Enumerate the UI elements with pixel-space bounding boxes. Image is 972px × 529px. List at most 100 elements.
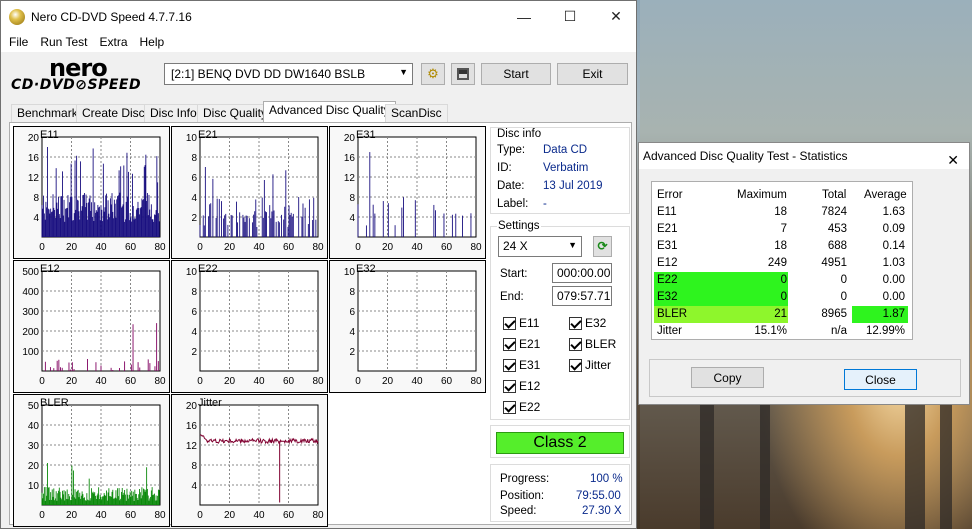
y-tick-label: 30 [28, 441, 40, 452]
y-tick-label: 2 [191, 347, 197, 358]
chevron-down-icon: ▼ [568, 240, 577, 250]
class-badge: Class 2 [496, 432, 624, 454]
y-tick-label: 10 [28, 481, 40, 492]
checkbox-label: E12 [519, 379, 541, 393]
chart-label: E11 [40, 129, 59, 141]
progress-value: 100 % [590, 473, 623, 485]
menu-run-test[interactable]: Run Test [34, 35, 93, 49]
chart-label: E12 [40, 263, 60, 275]
checkbox-jitter[interactable]: Jitter [569, 358, 611, 372]
y-tick-label: 10 [344, 267, 356, 278]
drive-select[interactable]: [2:1] BENQ DVD DD DW1640 BSLB ▼ [164, 63, 413, 85]
maximize-button[interactable]: ☐ [547, 1, 593, 32]
refresh-button[interactable]: ⟳ [593, 236, 612, 257]
cell-total: 8965 [821, 308, 847, 320]
x-tick-label: 40 [95, 376, 107, 387]
x-tick-label: 20 [382, 242, 394, 253]
tab-create-disc[interactable]: Create Disc [76, 104, 151, 123]
checkbox-box [569, 358, 582, 372]
y-tick-label: 6 [191, 173, 197, 184]
y-tick-label: 4 [191, 193, 197, 204]
close-dialog-button[interactable]: Close [844, 369, 917, 390]
y-tick-label: 300 [22, 307, 39, 318]
checkbox-box [503, 379, 516, 393]
x-tick-label: 60 [125, 510, 137, 521]
id-label: ID: [497, 162, 512, 174]
minimize-button[interactable]: — [501, 1, 547, 32]
type-value: Data CD [543, 144, 588, 156]
y-tick-label: 50 [28, 401, 40, 412]
dialog-close-icon[interactable]: ✕ [947, 147, 959, 173]
checkbox-e31[interactable]: E31 [503, 358, 540, 372]
y-tick-label: 12 [28, 173, 40, 184]
chart-label: Jitter [198, 397, 222, 409]
checkbox-e21[interactable]: E21 [503, 337, 540, 351]
y-tick-label: 12 [344, 173, 356, 184]
disc-info-button[interactable]: ⚙ [421, 63, 445, 85]
label-label: Label: [497, 198, 529, 210]
y-tick-label: 8 [349, 193, 355, 204]
checkbox-e12[interactable]: E12 [503, 379, 540, 393]
cell-maximum: 18 [774, 206, 787, 218]
y-tick-label: 20 [186, 401, 198, 412]
checkbox-bler[interactable]: BLER [569, 337, 616, 351]
cell-total: 7824 [821, 206, 847, 218]
checkbox-e11[interactable]: E11 [503, 316, 539, 330]
speed-select[interactable]: 24 X ▼ [498, 236, 582, 257]
cell-error: E32 [657, 291, 678, 303]
checkbox-label: BLER [585, 337, 617, 351]
chart-e32: 0 20 40 60 80 2 4 6 8 10 E32 [329, 260, 486, 393]
table-row: BLER 21 8965 1.87 [652, 306, 912, 323]
cell-error: E11 [657, 206, 677, 218]
cell-average: 0.00 [882, 291, 905, 303]
tab-advanced-disc-quality[interactable]: Advanced Disc Quality [263, 101, 396, 123]
x-tick-label: 60 [125, 376, 137, 387]
dialog-title-bar: Advanced Disc Quality Test - Statistics … [639, 143, 969, 169]
checkbox-label: E21 [519, 337, 541, 351]
cell-total: 4951 [821, 257, 847, 269]
cell-average: 0.09 [882, 223, 905, 235]
dialog-title: Advanced Disc Quality Test - Statistics [643, 149, 848, 163]
save-button[interactable] [451, 63, 475, 85]
checkbox-box [569, 337, 582, 351]
end-time-input[interactable]: 079:57.71 [552, 286, 612, 306]
tab-disc-info[interactable]: Disc Info [144, 104, 203, 123]
y-tick-label: 4 [349, 213, 355, 224]
y-tick-label: 20 [28, 133, 40, 144]
menu-help[interactable]: Help [134, 35, 171, 49]
menu-extra[interactable]: Extra [93, 35, 133, 49]
menu-file[interactable]: File [3, 35, 34, 49]
y-tick-label: 100 [22, 347, 39, 358]
start-button[interactable]: Start [481, 63, 551, 85]
x-tick-label: 80 [154, 376, 166, 387]
speed-select-value: 24 X [503, 239, 528, 253]
tab-benchmark[interactable]: Benchmark [11, 104, 84, 123]
app-icon [9, 8, 25, 25]
x-tick-label: 40 [253, 376, 265, 387]
chart-e11: 0 20 40 60 80 4 8 12 16 20 E11 [13, 126, 170, 259]
checkbox-e32[interactable]: E32 [569, 316, 606, 330]
x-tick-label: 20 [66, 376, 78, 387]
copy-button[interactable]: Copy [691, 367, 764, 388]
table-header: Error Maximum Total Average [652, 187, 912, 204]
x-tick-label: 40 [95, 242, 107, 253]
y-tick-label: 400 [22, 287, 39, 298]
x-tick-label: 0 [355, 376, 361, 387]
tab-scandisc[interactable]: ScanDisc [385, 104, 448, 123]
y-tick-label: 16 [344, 153, 356, 164]
cell-error: E12 [657, 257, 678, 269]
tab-disc-quality[interactable]: Disc Quality [197, 104, 274, 123]
checkbox-e22[interactable]: E22 [503, 400, 540, 414]
speed-label: Speed: [500, 505, 537, 517]
y-tick-label: 20 [28, 461, 40, 472]
y-tick-label: 10 [186, 133, 198, 144]
table-row: E12 249 4951 1.03 [652, 255, 912, 272]
close-button[interactable]: ✕ [593, 1, 639, 32]
header-total: Total [822, 189, 847, 201]
x-tick-label: 20 [224, 376, 236, 387]
start-time-input[interactable]: 000:00.00 [552, 263, 612, 283]
exit-button[interactable]: Exit [557, 63, 628, 85]
checkbox-label: E22 [519, 400, 541, 414]
x-tick-label: 60 [283, 376, 295, 387]
chart-label: BLER [40, 397, 69, 409]
